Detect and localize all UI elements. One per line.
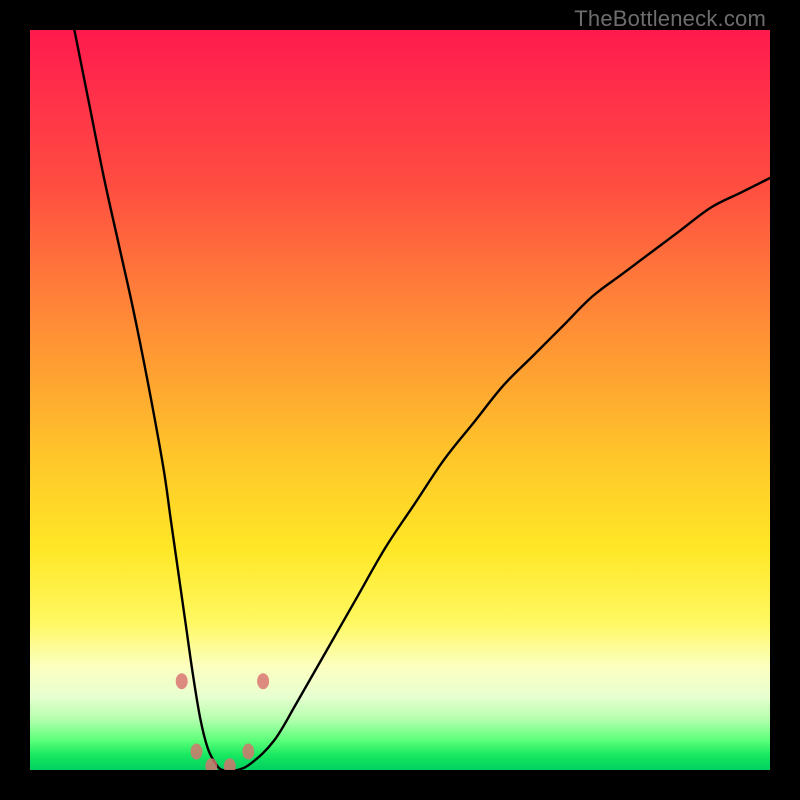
curve-marker — [224, 758, 236, 770]
bottleneck-curve — [74, 30, 770, 770]
bottleneck-curve-svg — [30, 30, 770, 770]
curve-marker — [257, 673, 269, 689]
curve-marker — [191, 744, 203, 760]
curve-marker — [242, 744, 254, 760]
curve-markers — [176, 673, 269, 770]
chart-frame — [30, 30, 770, 770]
curve-marker — [205, 758, 217, 770]
watermark-text: TheBottleneck.com — [574, 6, 766, 32]
curve-marker — [176, 673, 188, 689]
